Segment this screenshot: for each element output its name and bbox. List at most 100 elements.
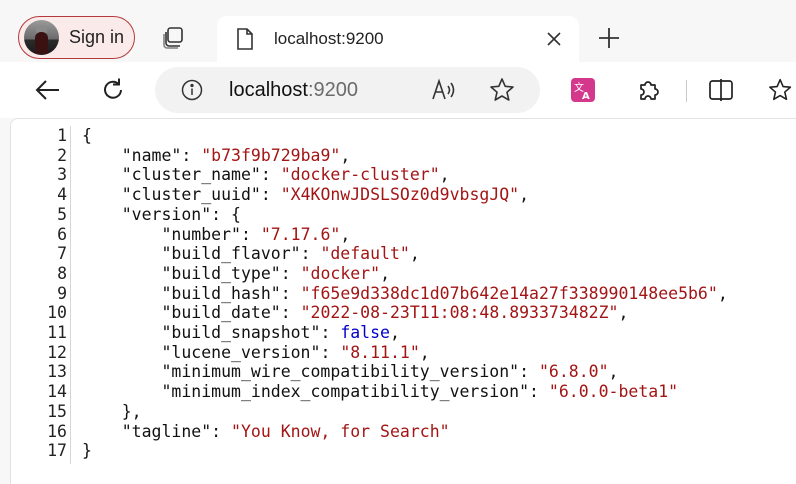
code-line: 15 }, xyxy=(11,402,791,422)
json-key: "lucene_version" xyxy=(161,342,321,362)
line-number: 3 xyxy=(57,165,67,185)
line-number: 15 xyxy=(47,401,67,421)
sign-in-label: Sign in xyxy=(69,27,125,47)
json-key: "build_flavor" xyxy=(161,244,301,264)
plus-icon[interactable] xyxy=(596,25,622,51)
json-value: "default" xyxy=(320,244,410,264)
json-key: "minimum_index_compatibility_version" xyxy=(161,382,530,402)
code-line: 4 "cluster_uuid": "X4KOnwJDSLSOz0d9vbsgJ… xyxy=(11,185,791,205)
json-punctuation: } xyxy=(82,441,92,461)
active-tab[interactable]: localhost:9200 xyxy=(217,16,579,64)
code-line: 8 "build_type": "docker", xyxy=(11,264,791,284)
read-aloud-icon[interactable] xyxy=(431,78,457,107)
code-text: "minimum_wire_compatibility_version": "6… xyxy=(161,362,619,382)
line-number: 7 xyxy=(57,244,67,264)
json-key: "name" xyxy=(121,145,182,165)
json-value: "7.17.6" xyxy=(260,224,341,244)
code-line: 1{ xyxy=(11,126,791,146)
line-number: 1 xyxy=(57,126,67,145)
extensions-icon[interactable] xyxy=(632,73,666,107)
json-punctuation: , xyxy=(389,323,400,342)
code-text: "build_flavor": "default", xyxy=(161,244,420,264)
json-key: "cluster_name" xyxy=(121,165,261,185)
translate-icon[interactable]: 文 A xyxy=(566,73,600,107)
toolbar: localhost:9200 文 A xyxy=(0,62,796,118)
address-bar[interactable]: localhost:9200 xyxy=(155,67,540,113)
line-number: 9 xyxy=(57,283,67,303)
line-number: 4 xyxy=(57,185,67,205)
json-value: "docker-cluster" xyxy=(280,165,440,185)
code-text: } xyxy=(82,441,92,461)
json-value: "f65e9d338dc1d07b642e14a27f338990148ee5b… xyxy=(300,283,718,303)
code-text: "name": "b73f9b729ba9", xyxy=(121,145,351,165)
json-punctuation: , xyxy=(340,145,351,165)
svg-text:A: A xyxy=(582,91,590,102)
json-key: "tagline" xyxy=(121,421,212,441)
code-text: "build_date": "2022-08-23T11:08:48.89337… xyxy=(161,303,629,323)
json-value: "You Know, for Search" xyxy=(231,421,450,441)
info-icon[interactable] xyxy=(181,79,203,106)
tab-title: localhost:9200 xyxy=(274,29,384,48)
line-number: 11 xyxy=(47,323,67,342)
code-line: 2 "name": "b73f9b729ba9", xyxy=(11,146,791,166)
json-key: "build_type" xyxy=(161,263,281,283)
code-line: 6 "number": "7.17.6", xyxy=(11,225,791,245)
sign-in-button[interactable]: Sign in xyxy=(18,16,135,59)
json-value: "docker" xyxy=(300,263,381,283)
code-text: "version": { xyxy=(121,204,241,224)
json-punctuation: , xyxy=(439,165,450,185)
code-text: { xyxy=(82,126,92,146)
line-number: 6 xyxy=(57,224,67,244)
json-punctuation: , xyxy=(419,342,430,362)
code-text: "minimum_index_compatibility_version": "… xyxy=(161,382,679,402)
code-line: 16 "tagline": "You Know, for Search" xyxy=(11,422,791,442)
json-punctuation: , xyxy=(380,263,390,283)
code-line: 12 "lucene_version": "8.11.1", xyxy=(11,343,791,363)
code-line: 9 "build_hash": "f65e9d338dc1d07b642e14a… xyxy=(11,284,791,304)
url-host: localhost xyxy=(229,79,308,101)
code-line: 3 "cluster_name": "docker-cluster", xyxy=(11,165,791,185)
line-number: 10 xyxy=(47,303,67,323)
code-line: 13 "minimum_wire_compatibility_version":… xyxy=(11,362,791,382)
split-screen-icon[interactable] xyxy=(704,73,738,107)
back-arrow-icon[interactable] xyxy=(30,73,64,107)
code-text: "build_hash": "f65e9d338dc1d07b642e14a27… xyxy=(161,283,728,303)
json-key: "build_snapshot" xyxy=(161,323,321,342)
json-key: "build_date" xyxy=(161,303,281,323)
url-text[interactable]: localhost:9200 xyxy=(229,79,358,102)
url-port: :9200 xyxy=(307,79,358,101)
code-text: "tagline": "You Know, for Search" xyxy=(121,421,450,441)
line-number: 2 xyxy=(57,145,67,165)
close-icon[interactable] xyxy=(543,28,565,50)
json-punctuation: { xyxy=(231,204,241,224)
code-text: "build_type": "docker", xyxy=(161,263,390,283)
json-punctuation: { xyxy=(82,126,92,145)
code-line: 10 "build_date": "2022-08-23T11:08:48.89… xyxy=(11,303,791,323)
line-number: 16 xyxy=(47,421,67,441)
code-text: }, xyxy=(82,402,142,422)
favorites-icon[interactable] xyxy=(768,73,796,107)
tab-actions-icon[interactable] xyxy=(158,24,190,52)
code-line: 17} xyxy=(11,441,791,461)
line-number: 14 xyxy=(47,382,67,402)
json-punctuation: , xyxy=(409,244,420,264)
json-value: "6.8.0" xyxy=(538,362,609,382)
code-line: 14 "minimum_index_compatibility_version"… xyxy=(11,382,791,402)
tab-strip: Sign in localhost:9200 xyxy=(0,0,796,64)
favorite-star-icon[interactable] xyxy=(489,77,515,108)
line-number: 5 xyxy=(57,204,67,224)
refresh-icon[interactable] xyxy=(96,73,130,107)
line-number: 13 xyxy=(47,362,67,382)
json-punctuation: }, xyxy=(121,401,142,421)
code-line: 11 "build_snapshot": false, xyxy=(11,323,791,343)
code-text: "lucene_version": "8.11.1", xyxy=(161,342,430,362)
code-text: "cluster_name": "docker-cluster", xyxy=(121,165,450,185)
avatar xyxy=(24,20,59,55)
json-value: "b73f9b729ba9" xyxy=(201,145,341,165)
json-punctuation: , xyxy=(717,283,728,303)
json-viewer: 1{2 "name": "b73f9b729ba9", 3 "cluster_na… xyxy=(10,118,796,484)
json-key: "minimum_wire_compatibility_version" xyxy=(161,362,520,382)
json-punctuation: , xyxy=(340,224,351,244)
json-key: "cluster_uuid" xyxy=(121,185,261,205)
code-text: "number": "7.17.6", xyxy=(161,224,351,244)
